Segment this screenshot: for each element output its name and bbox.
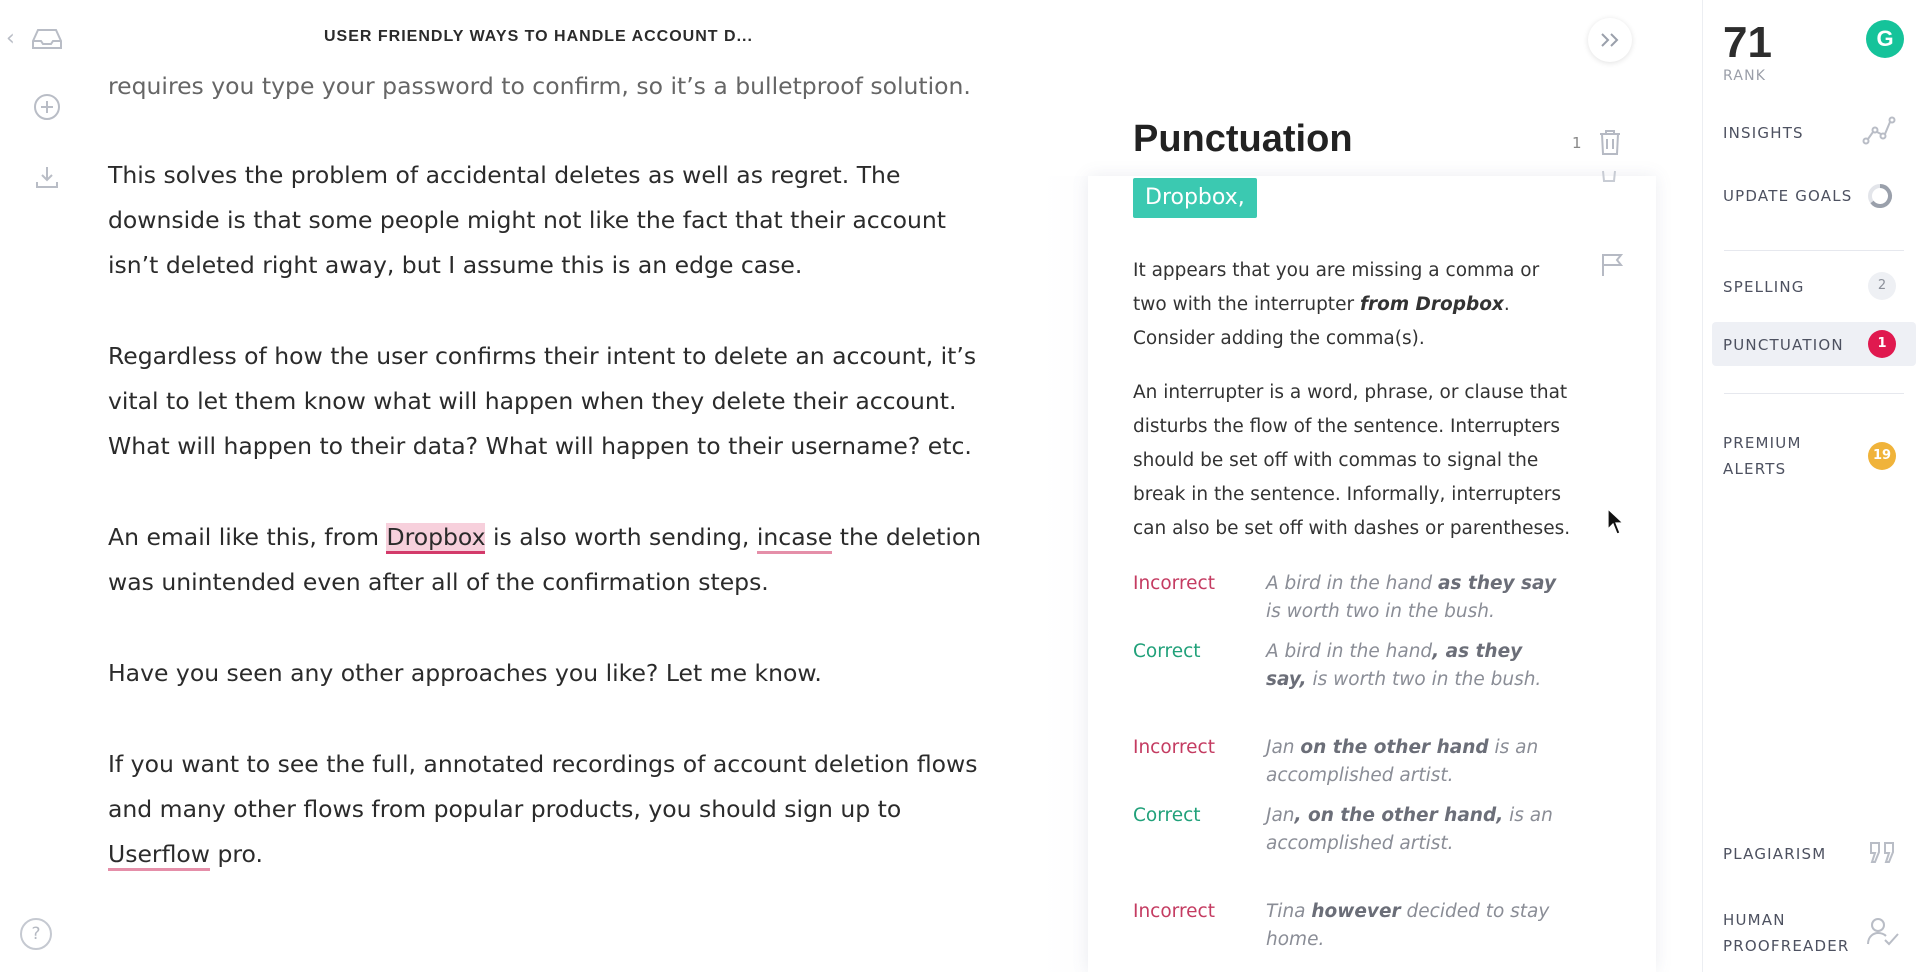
- paragraph: Regardless of how the user confirms thei…: [108, 342, 977, 460]
- text-span: An email like this, from: [108, 523, 387, 551]
- quote-icon: [1870, 842, 1894, 863]
- explanation-detail: An interrupter is a word, phrase, or cla…: [1133, 382, 1571, 539]
- example-text: Jan, on the other hand, is an accomplish…: [1266, 802, 1566, 858]
- flag-icon[interactable]: [1600, 252, 1624, 278]
- rank-label: RANK: [1723, 68, 1767, 84]
- sidebar-item-premium-line2[interactable]: ALERTS: [1723, 460, 1786, 478]
- example-emphasis: , on the other hand,: [1294, 805, 1504, 826]
- trash-icon[interactable]: [1598, 128, 1624, 156]
- emphasis-text: from Dropbox: [1359, 294, 1504, 315]
- proofreader-person-icon: [1867, 918, 1899, 946]
- underlined-error-word[interactable]: Userflow: [108, 840, 210, 871]
- paragraph: This solves the problem of accidental de…: [108, 161, 947, 279]
- mouse-cursor-icon: [1607, 508, 1625, 535]
- examples-list: Incorrect A bird in the hand as they say…: [1133, 570, 1613, 966]
- chevron-left-icon[interactable]: ‹: [6, 28, 15, 50]
- example-text: A bird in the hand, as they say, is wort…: [1266, 638, 1566, 694]
- insights-chart-icon: [1862, 116, 1896, 145]
- help-button[interactable]: ?: [20, 918, 52, 950]
- sidebar-item-plagiarism[interactable]: PLAGIARISM: [1723, 845, 1826, 863]
- left-rail: ‹ ?: [0, 0, 90, 972]
- alert-count: 1: [1572, 134, 1582, 152]
- editor-text[interactable]: requires you type your password to confi…: [108, 64, 988, 923]
- text-span: Tina: [1266, 901, 1312, 922]
- text-span: If you want to see the full, annotated r…: [108, 750, 978, 823]
- goals-ring-icon: [1868, 184, 1892, 208]
- text-span: is also worth sending,: [485, 523, 757, 551]
- example-emphasis: on the other hand: [1300, 737, 1489, 758]
- example-label: Incorrect: [1133, 573, 1215, 594]
- document-title: USER FRIENDLY WAYS TO HANDLE ACCOUNT D..…: [324, 28, 753, 45]
- explanation: It appears that you are missing a comma …: [1133, 254, 1573, 566]
- example-label: Incorrect: [1133, 737, 1215, 758]
- text-span: pro.: [209, 840, 263, 868]
- dismiss-icon[interactable]: [1600, 168, 1620, 188]
- grammarly-logo[interactable]: G: [1866, 20, 1904, 58]
- paragraph: An email like this, from Dropbox is also…: [108, 515, 988, 605]
- divider: [1724, 250, 1904, 251]
- text-span: is worth two in the bush.: [1266, 601, 1495, 622]
- example-emphasis: as they say: [1438, 573, 1557, 594]
- example-row: Incorrect A bird in the hand as they say…: [1133, 570, 1613, 626]
- spelling-count-badge: 2: [1868, 272, 1896, 300]
- text-span: is worth two in the bush.: [1306, 669, 1542, 690]
- text-span: A bird in the hand: [1266, 641, 1433, 662]
- example-row: Incorrect Jan on the other hand is an ac…: [1133, 734, 1613, 790]
- text-span: Jan: [1266, 737, 1301, 758]
- example-text: Tina however decided to stay home.: [1266, 898, 1566, 954]
- paragraph: If you want to see the full, annotated r…: [108, 742, 988, 877]
- collapse-panel-button[interactable]: [1588, 18, 1632, 62]
- sidebar-item-premium-line1[interactable]: PREMIUM: [1723, 434, 1802, 452]
- sidebar-item-insights[interactable]: INSIGHTS: [1723, 124, 1804, 142]
- score-value: 71: [1723, 18, 1772, 67]
- highlighted-error-word[interactable]: Dropbox: [386, 523, 486, 554]
- download-icon[interactable]: [30, 160, 64, 194]
- paragraph: Have you seen any other approaches you l…: [108, 659, 822, 687]
- punctuation-count-badge: 1: [1868, 330, 1896, 358]
- example-text: A bird in the hand as they say is worth …: [1266, 570, 1566, 626]
- example-emphasis: however: [1311, 901, 1401, 922]
- example-row: Correct A bird in the hand, as they say,…: [1133, 638, 1613, 694]
- explanation-summary: It appears that you are missing a comma …: [1133, 254, 1573, 356]
- sidebar-item-proofreader-line1[interactable]: HUMAN: [1723, 911, 1786, 929]
- sidebar-item-spelling[interactable]: SPELLING: [1723, 278, 1805, 296]
- card-heading: Punctuation: [1133, 118, 1353, 160]
- example-row: Incorrect Tina however decided to stay h…: [1133, 898, 1613, 954]
- example-text: Jan on the other hand is an accomplished…: [1266, 734, 1566, 790]
- text-span: A bird in the hand: [1266, 573, 1439, 594]
- sidebar-item-punctuation[interactable]: PUNCTUATION: [1723, 336, 1844, 354]
- divider: [1724, 393, 1904, 394]
- text-span: Jan: [1266, 805, 1295, 826]
- sidebar-item-update-goals[interactable]: UPDATE GOALS: [1723, 187, 1853, 205]
- example-label: Correct: [1133, 805, 1201, 826]
- double-chevron-right-icon: [1601, 33, 1619, 47]
- suggestion-chip[interactable]: Dropbox,: [1133, 178, 1257, 218]
- sidebar-item-proofreader-line2[interactable]: PROOFREADER: [1723, 937, 1850, 955]
- inbox-icon[interactable]: [30, 22, 64, 56]
- example-row: Correct Jan, on the other hand, is an ac…: [1133, 802, 1613, 858]
- example-label: Incorrect: [1133, 901, 1215, 922]
- example-label: Correct: [1133, 641, 1201, 662]
- paragraph: requires you type your password to confi…: [108, 72, 971, 100]
- underlined-error-word[interactable]: incase: [756, 523, 833, 554]
- add-document-icon[interactable]: [30, 90, 64, 124]
- premium-count-badge: 19: [1868, 442, 1896, 470]
